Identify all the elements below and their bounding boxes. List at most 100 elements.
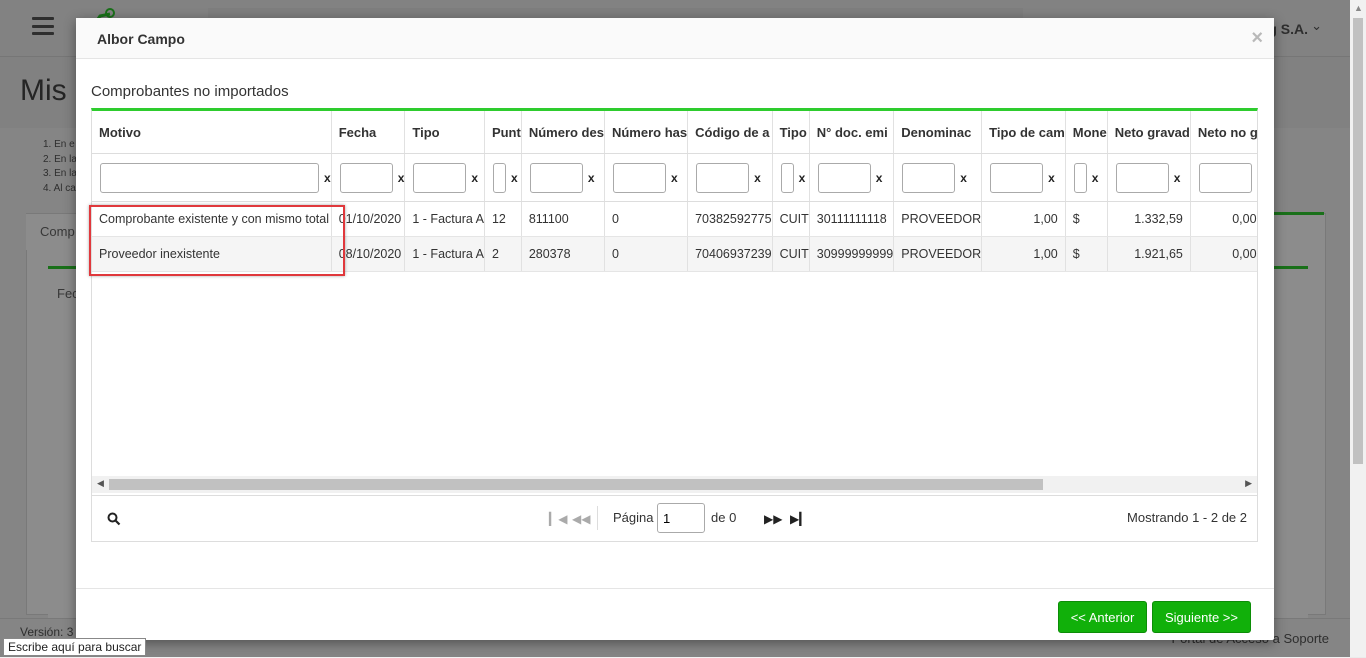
filter-input-punto[interactable] bbox=[493, 163, 506, 193]
filter-input-moneda[interactable] bbox=[1074, 163, 1087, 193]
column-header-neto-gravado[interactable]: Neto gravad bbox=[1107, 111, 1190, 154]
previous-page-icon[interactable]: ◀◀ bbox=[572, 512, 590, 526]
filter-cell: x bbox=[688, 154, 772, 202]
scroll-up-icon[interactable]: ▲ bbox=[1354, 3, 1363, 13]
cell-tipo-doc: CUIT bbox=[772, 202, 809, 237]
filter-cell: x bbox=[1065, 154, 1107, 202]
cell-denominacion: PROVEEDOR bbox=[894, 202, 982, 237]
cell-moneda: $ bbox=[1065, 202, 1107, 237]
filter-input-denominacion[interactable] bbox=[902, 163, 955, 193]
scrollbar-thumb[interactable] bbox=[1353, 18, 1363, 464]
cell-motivo: Proveedor inexistente bbox=[92, 237, 331, 272]
filter-input-numero-hasta[interactable] bbox=[613, 163, 666, 193]
table-row[interactable]: Proveedor inexistente 08/10/2020 1 - Fac… bbox=[92, 237, 1257, 272]
header-row: Motivo Fecha Tipo Punt Número des Número… bbox=[92, 111, 1257, 154]
column-header-denominacion[interactable]: Denominac bbox=[894, 111, 982, 154]
next-button[interactable]: Siguiente >> bbox=[1152, 601, 1251, 633]
table-row[interactable]: Comprobante existente y con mismo total … bbox=[92, 202, 1257, 237]
last-page-icon[interactable]: ▶▎ bbox=[790, 512, 808, 526]
filter-input-neto-no-gravado[interactable] bbox=[1199, 163, 1252, 193]
cell-neto-no-gravado: 0,00 bbox=[1190, 237, 1257, 272]
clear-filter-button[interactable]: x bbox=[799, 171, 806, 185]
cell-punto: 12 bbox=[484, 202, 521, 237]
page-number-input[interactable] bbox=[657, 503, 705, 533]
scrollbar-thumb[interactable] bbox=[109, 479, 1043, 490]
cell-neto-no-gravado: 0,00 bbox=[1190, 202, 1257, 237]
clear-filter-button[interactable]: x bbox=[1092, 171, 1099, 185]
clear-filter-button[interactable]: x bbox=[754, 171, 761, 185]
column-header-tipo-cambio[interactable]: Tipo de cam bbox=[982, 111, 1066, 154]
filter-input-tipo[interactable] bbox=[413, 163, 466, 193]
cell-neto-gravado: 1.921,65 bbox=[1107, 237, 1190, 272]
section-title: Comprobantes no importados bbox=[91, 83, 289, 100]
column-header-punto[interactable]: Punt bbox=[484, 111, 521, 154]
cell-tipo-cambio: 1,00 bbox=[982, 237, 1066, 272]
filter-input-doc-emisor[interactable] bbox=[818, 163, 871, 193]
filter-row: x x x x x x x x x x x x x x bbox=[92, 154, 1257, 202]
cell-punto: 2 bbox=[484, 237, 521, 272]
cell-fecha: 01/10/2020 bbox=[331, 202, 405, 237]
cell-doc-emisor: 30111111118 bbox=[809, 202, 893, 237]
scroll-right-icon[interactable]: ▶ bbox=[1245, 478, 1252, 489]
cell-tipo-doc: CUIT bbox=[772, 237, 809, 272]
scroll-left-icon[interactable]: ◀ bbox=[97, 478, 104, 489]
cell-fecha: 08/10/2020 bbox=[331, 237, 405, 272]
previous-button[interactable]: << Anterior bbox=[1058, 601, 1147, 633]
next-page-icon[interactable]: ▶▶ bbox=[764, 512, 782, 526]
clear-filter-button[interactable]: x bbox=[471, 171, 478, 185]
cell-motivo: Comprobante existente y con mismo total bbox=[92, 202, 331, 237]
clear-filter-button[interactable]: x bbox=[1048, 171, 1055, 185]
page-count-label: de 0 bbox=[711, 510, 736, 525]
column-header-motivo[interactable]: Motivo bbox=[92, 111, 331, 154]
column-header-codigo[interactable]: Código de a bbox=[688, 111, 772, 154]
cell-tipo-cambio: 1,00 bbox=[982, 202, 1066, 237]
clear-filter-button[interactable]: x bbox=[876, 171, 883, 185]
cell-tipo: 1 - Factura A bbox=[405, 237, 485, 272]
column-header-neto-no-gravado[interactable]: Neto no gr bbox=[1190, 111, 1257, 154]
filter-cell: x bbox=[604, 154, 687, 202]
filter-input-fecha[interactable] bbox=[340, 163, 393, 193]
close-icon[interactable]: × bbox=[1251, 29, 1263, 47]
clear-filter-button[interactable]: x bbox=[1174, 171, 1181, 185]
cell-denominacion: PROVEEDOR bbox=[894, 237, 982, 272]
first-page-icon[interactable]: ▎◀ bbox=[549, 512, 567, 526]
column-header-numero-hasta[interactable]: Número has bbox=[604, 111, 687, 154]
cell-codigo: 70382592775 bbox=[688, 202, 772, 237]
clear-filter-button[interactable]: x bbox=[671, 171, 678, 185]
column-header-tipo[interactable]: Tipo bbox=[405, 111, 485, 154]
filter-cell: x bbox=[809, 154, 893, 202]
grid-horizontal-scrollbar[interactable]: ◀ ▶ bbox=[92, 476, 1257, 493]
clear-filter-button[interactable]: x bbox=[398, 171, 405, 185]
filter-cell: x bbox=[894, 154, 982, 202]
filter-input-tipo-cambio[interactable] bbox=[990, 163, 1043, 193]
page-label: Página bbox=[613, 510, 653, 525]
cell-tipo: 1 - Factura A bbox=[405, 202, 485, 237]
clear-filter-button[interactable]: x bbox=[324, 171, 331, 185]
column-header-fecha[interactable]: Fecha bbox=[331, 111, 405, 154]
invoice-table: Motivo Fecha Tipo Punt Número des Número… bbox=[92, 111, 1257, 272]
cell-codigo: 70406937239 bbox=[688, 237, 772, 272]
cell-doc-emisor: 30999999999 bbox=[809, 237, 893, 272]
clear-filter-button[interactable]: x bbox=[511, 171, 518, 185]
filter-input-motivo[interactable] bbox=[100, 163, 319, 193]
search-icon[interactable] bbox=[107, 512, 121, 526]
filter-input-codigo[interactable] bbox=[696, 163, 749, 193]
cell-numero-desde: 811100 bbox=[521, 202, 604, 237]
clear-filter-button[interactable]: x bbox=[960, 171, 967, 185]
records-info: Mostrando 1 - 2 de 2 bbox=[1127, 510, 1247, 525]
cell-neto-gravado: 1.332,59 bbox=[1107, 202, 1190, 237]
search-tooltip: Escribe aquí para buscar bbox=[3, 638, 146, 656]
page-vertical-scrollbar[interactable]: ▲ bbox=[1350, 0, 1366, 657]
clear-filter-button[interactable]: x bbox=[588, 171, 595, 185]
filter-input-tipo-doc[interactable] bbox=[781, 163, 794, 193]
column-header-tipo-doc[interactable]: Tipo bbox=[772, 111, 809, 154]
filter-cell: x bbox=[331, 154, 405, 202]
column-header-moneda[interactable]: Mone bbox=[1065, 111, 1107, 154]
filter-cell: x bbox=[484, 154, 521, 202]
column-header-numero-desde[interactable]: Número des bbox=[521, 111, 604, 154]
filter-cell: x bbox=[92, 154, 331, 202]
filter-input-numero-desde[interactable] bbox=[530, 163, 583, 193]
dialog-title: Albor Campo bbox=[97, 31, 185, 47]
filter-input-neto-gravado[interactable] bbox=[1116, 163, 1169, 193]
column-header-doc-emisor[interactable]: N° doc. emi bbox=[809, 111, 893, 154]
